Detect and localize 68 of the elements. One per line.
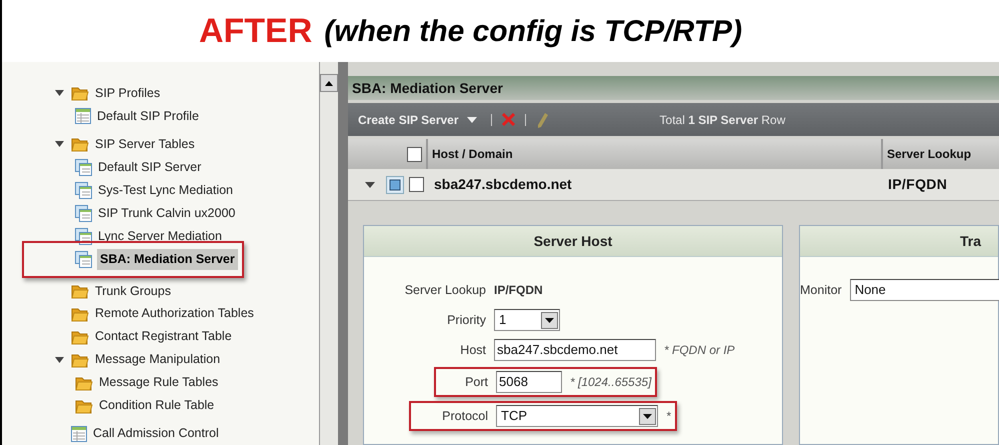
window-icon — [386, 176, 404, 194]
tree-item[interactable]: Sys-Test Lync Mediation — [97, 180, 234, 200]
field-hint: * FQDN or IP — [664, 342, 735, 359]
stacked-tables-icon — [75, 204, 92, 222]
tree-item[interactable]: Message Rule Tables — [98, 373, 220, 392]
folder-icon — [71, 328, 89, 345]
folder-icon — [75, 398, 93, 414]
create-sip-server-button[interactable]: Create SIP Server — [358, 110, 477, 129]
field-label: Host — [459, 342, 486, 359]
text-field[interactable]: sba247.sbcdemo.net — [494, 339, 656, 361]
tree-item[interactable]: Condition Rule Table — [98, 396, 216, 415]
column-header[interactable]: Server Lookup — [887, 145, 972, 164]
dropdown[interactable]: TCP — [496, 405, 658, 427]
field-hint: * — [666, 408, 671, 425]
table-cell-text: sba247.sbcdemo.net — [433, 175, 573, 194]
expanded-triangle-icon[interactable] — [365, 180, 375, 188]
folder-icon — [75, 374, 93, 391]
field-label: Priority — [446, 312, 486, 329]
folder-icon — [71, 306, 89, 322]
tree-item[interactable]: Default SIP Server — [97, 158, 202, 177]
tree-item[interactable]: SIP Trunk Calvin ux2000 — [97, 204, 236, 223]
column-header[interactable]: Host / Domain — [432, 145, 513, 164]
expanded-triangle-icon[interactable] — [54, 90, 64, 96]
row-checkbox[interactable] — [409, 177, 424, 192]
expanded-triangle-icon[interactable] — [54, 141, 64, 148]
folder-icon — [71, 352, 89, 368]
stacked-tables-icon — [75, 182, 92, 199]
tree-item[interactable]: SIP Profiles — [94, 84, 162, 103]
row-count: Total 1 SIP Server Row — [660, 112, 786, 129]
stacked-tables-icon — [75, 158, 92, 176]
expanded-triangle-icon[interactable] — [54, 356, 64, 363]
field-label: Monitor — [800, 282, 842, 299]
panel-title: SBA: Mediation Server — [352, 78, 503, 98]
tree-item[interactable]: Lync Server Mediation — [97, 226, 223, 246]
field-value: IP/FQDN — [494, 282, 543, 299]
folder-icon — [71, 85, 89, 102]
tree-item[interactable]: Remote Authorization Tables — [94, 304, 255, 324]
stacked-tables-icon — [75, 251, 92, 268]
select-all-checkbox[interactable] — [407, 146, 422, 162]
banner-heading: AFTER — [198, 10, 312, 52]
up-arrow-icon — [325, 80, 334, 86]
tree-item[interactable]: Contact Registrant Table — [94, 327, 233, 346]
tree-item[interactable]: SBA: Mediation Server — [97, 249, 238, 270]
folder-icon — [71, 136, 89, 152]
scroll-up-button[interactable] — [320, 74, 338, 92]
field-label: Server Lookup — [404, 282, 486, 299]
dropdown[interactable]: 1 — [494, 309, 560, 331]
folder-icon — [71, 282, 89, 299]
field-hint: * [1024..65535] — [570, 374, 652, 391]
stacked-tables-icon — [75, 228, 92, 245]
table-cell-text: IP/FQDN — [887, 175, 948, 194]
dropdown[interactable]: None — [850, 279, 999, 301]
panel-heading: Tra — [960, 232, 982, 250]
text-field[interactable]: 5068 — [496, 371, 562, 393]
tree-item[interactable]: Call Admission Control — [92, 424, 220, 443]
table-icon — [75, 108, 91, 124]
panel-heading: Server Host — [534, 232, 612, 250]
banner-subtitle: (when the config is TCP/RTP) — [324, 14, 742, 50]
tree-item[interactable]: Default SIP Profile — [96, 107, 200, 126]
scrollbar[interactable] — [319, 62, 338, 445]
tree-item[interactable]: Message Manipulation — [94, 350, 222, 370]
field-label: Port — [464, 374, 488, 391]
caret-icon — [466, 116, 477, 123]
field-label: Protocol — [441, 408, 488, 425]
tree-item[interactable]: Trunk Groups — [94, 282, 172, 300]
table-icon — [71, 426, 87, 442]
table-row[interactable]: sba247.sbcdemo.net IP/FQDN — [348, 169, 999, 201]
tree-item[interactable]: SIP Server Tables — [94, 134, 196, 154]
